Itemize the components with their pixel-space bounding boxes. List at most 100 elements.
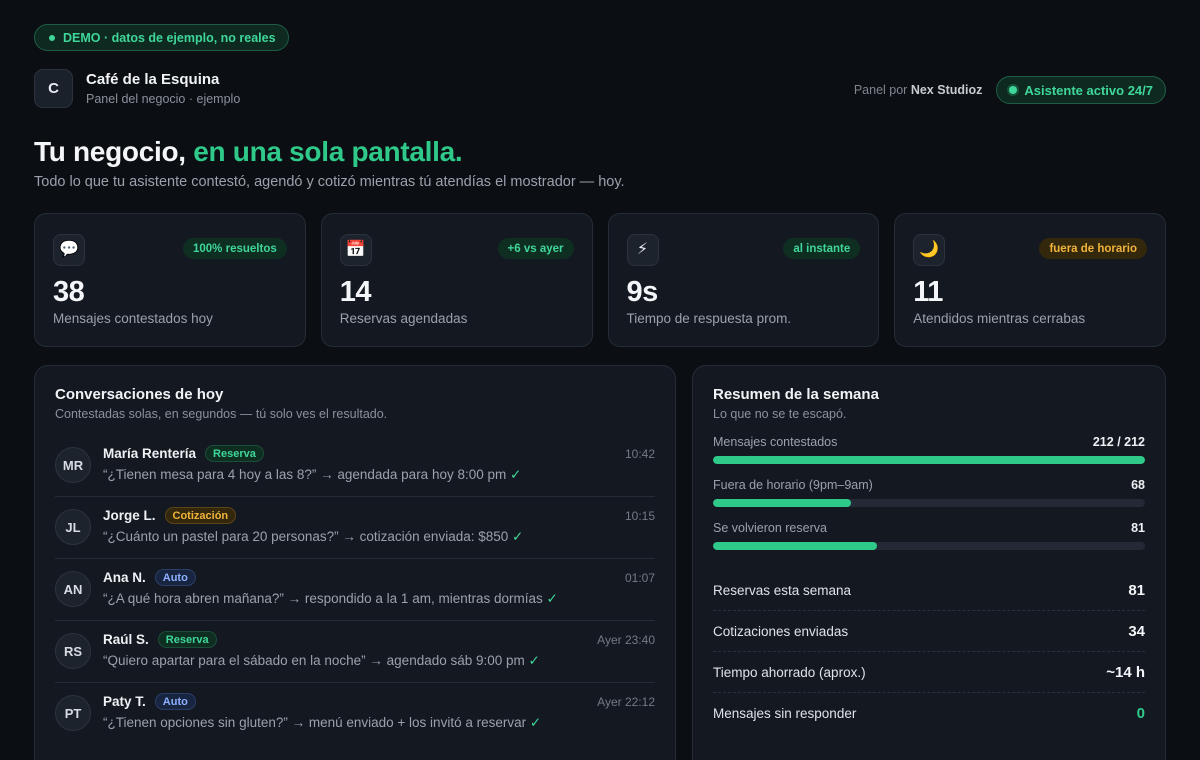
stat-badge: al instante	[783, 238, 861, 259]
page-title-accent: en una sola pantalla.	[193, 136, 463, 167]
stat-value: 14	[339, 276, 372, 308]
avatar: AN	[55, 571, 91, 607]
conversation-tag: Cotización	[164, 507, 237, 524]
summary-row: Reservas esta semana 81	[713, 570, 1145, 611]
check-icon: ✓	[528, 653, 540, 668]
progress-row: Mensajes contestados 212 / 212	[713, 435, 1145, 464]
conversation-text: “¿Tienen opciones sin gluten?” → menú en…	[103, 715, 527, 730]
conversation-time: Ayer 22:12	[597, 695, 655, 709]
conversation-summary: “¿Cuánto un pastel para 20 personas?” → …	[103, 529, 655, 545]
avatar: PT	[55, 695, 91, 731]
check-icon: ✓	[510, 467, 522, 482]
conversation-tag: Reserva	[157, 631, 217, 648]
summary-row: Cotizaciones enviadas 34	[713, 611, 1145, 652]
summary-value: 81	[1128, 581, 1145, 599]
progress-value: 212 / 212	[1092, 435, 1145, 449]
conversation-item[interactable]: PT Paty T. Auto “¿Tienen opciones sin gl…	[55, 683, 655, 745]
stat-badge: fuera de horario	[1039, 238, 1147, 259]
progress-fill	[713, 456, 1145, 464]
conversation-summary: “¿Tienen opciones sin gluten?” → menú en…	[103, 715, 655, 731]
progress-track	[713, 542, 1145, 550]
summary-row: Tiempo ahorrado (aprox.) ~14 h	[713, 652, 1145, 693]
conversations-title: Conversaciones de hoy	[55, 386, 224, 403]
progress-label: Se volvieron reserva	[713, 521, 827, 535]
contact-name: María Rentería	[103, 446, 197, 461]
demo-badge-label: DEMO · datos de ejemplo, no reales	[63, 30, 276, 45]
panel-credit-prefix: Panel por	[853, 83, 908, 97]
calendar-icon: 📅	[339, 234, 372, 266]
progress-row: Fuera de horario (9pm–9am) 68	[713, 478, 1145, 507]
brand-header: C Café de la Esquina Panel del negocio ·…	[34, 69, 240, 108]
summary-value: 34	[1128, 622, 1145, 640]
summary-label: Cotizaciones enviadas	[713, 623, 849, 639]
weekly-summary-card: Resumen de la semana Lo que no se te esc…	[692, 365, 1166, 760]
conversation-time: 10:42	[624, 447, 655, 461]
check-icon: ✓	[529, 715, 542, 730]
progress-track	[713, 456, 1145, 464]
conversation-summary: “¿Tienen mesa para 4 hoy a las 8?” → age…	[103, 467, 655, 483]
conversation-summary: “¿A qué hora abren mañana?” → respondido…	[103, 591, 655, 607]
panel-credit-link[interactable]: Nex Studioz	[911, 83, 983, 97]
progress-row: Se volvieron reserva 81	[713, 521, 1145, 550]
stat-label: Mensajes contestados hoy	[53, 311, 213, 326]
progress-label: Mensajes contestados	[713, 435, 838, 449]
stat-badge: 100% resueltos	[183, 238, 287, 259]
conversation-text: “¿Cuánto un pastel para 20 personas?” → …	[103, 529, 509, 544]
hero-section: Tu negocio, en una sola pantalla. Todo l…	[34, 136, 625, 190]
conversations-card: Conversaciones de hoy Contestadas solas,…	[34, 365, 676, 760]
page-title: Tu negocio, en una sola pantalla.	[34, 136, 625, 168]
conversation-tag: Auto	[154, 693, 196, 710]
stats-row: 💬 100% resueltos 38 Mensajes contestados…	[34, 213, 1166, 347]
business-subtitle: Panel del negocio · ejemplo	[86, 92, 241, 106]
contact-name: Raúl S.	[103, 632, 149, 647]
stat-card-messages: 💬 100% resueltos 38 Mensajes contestados…	[34, 213, 306, 347]
business-name: Café de la Esquina	[86, 71, 220, 88]
summary-label: Reservas esta semana	[713, 582, 852, 598]
progress-value: 68	[1131, 478, 1145, 492]
assistant-status-badge: Asistente activo 24/7	[996, 76, 1166, 104]
avatar: MR	[55, 447, 91, 483]
stat-card-reservations: 📅 +6 vs ayer 14 Reservas agendadas	[320, 213, 593, 347]
conversation-text: “¿A qué hora abren mañana?” → respondido…	[103, 591, 543, 606]
check-icon: ✓	[512, 529, 524, 544]
conversation-item[interactable]: AN Ana N. Auto “¿A qué hora abren mañana…	[55, 559, 655, 621]
assistant-status-label: Asistente activo 24/7	[1024, 82, 1153, 98]
summary-label: Tiempo ahorrado (aprox.)	[713, 664, 866, 680]
avatar: JL	[55, 509, 91, 545]
weekly-subtitle: Lo que no se te escapó.	[713, 407, 847, 421]
conversation-list: MR María Rentería Reserva “¿Tienen mesa …	[55, 435, 655, 745]
conversation-item[interactable]: MR María Rentería Reserva “¿Tienen mesa …	[55, 435, 655, 497]
stat-value: 9s	[626, 276, 659, 308]
weekly-summary-list: Reservas esta semana 81 Cotizaciones env…	[713, 570, 1145, 734]
demo-badge: DEMO · datos de ejemplo, no reales	[34, 24, 289, 51]
conversation-item[interactable]: RS Raúl S. Reserva “Quiero apartar para …	[55, 621, 655, 683]
page-subtitle: Todo lo que tu asistente contestó, agend…	[34, 174, 625, 190]
lightning-icon: ⚡	[626, 234, 659, 266]
conversation-tag: Reserva	[205, 445, 264, 462]
summary-label: Mensajes sin responder	[713, 706, 857, 721]
active-dot-icon	[1009, 86, 1018, 94]
progress-label: Fuera de horario (9pm–9am)	[713, 478, 873, 492]
conversation-time: 01:07	[624, 571, 655, 585]
weekly-title: Resumen de la semana	[713, 386, 879, 403]
summary-row: Mensajes sin responder 0	[713, 693, 1145, 734]
page-title-plain: Tu negocio,	[34, 136, 194, 167]
summary-value: ~14 h	[1106, 663, 1145, 681]
progress-value: 81	[1131, 521, 1145, 535]
weekly-progress-bars: Mensajes contestados 212 / 212 Fuera de …	[713, 435, 1145, 550]
avatar: RS	[55, 633, 91, 669]
header-right: Panel por Nex Studioz Asistente activo 2…	[854, 76, 1166, 104]
conversation-item[interactable]: JL Jorge L. Cotización “¿Cuánto un paste…	[55, 497, 655, 559]
stat-label: Reservas agendadas	[339, 311, 468, 326]
stat-label: Tiempo de respuesta prom.	[626, 311, 792, 326]
stat-value: 11	[913, 276, 943, 308]
conversation-summary: “Quiero apartar para el sábado en la noc…	[103, 653, 655, 669]
stat-value: 38	[53, 276, 85, 308]
progress-fill	[713, 542, 878, 550]
conversations-subtitle: Contestadas solas, en segundos — tú solo…	[55, 407, 388, 421]
check-icon: ✓	[546, 591, 558, 606]
contact-name: Paty T.	[103, 694, 146, 709]
stat-label: Atendidos mientras cerrabas	[913, 311, 1086, 326]
summary-value: 0	[1136, 705, 1145, 722]
panel-credit: Panel por Nex Studioz	[854, 83, 983, 97]
